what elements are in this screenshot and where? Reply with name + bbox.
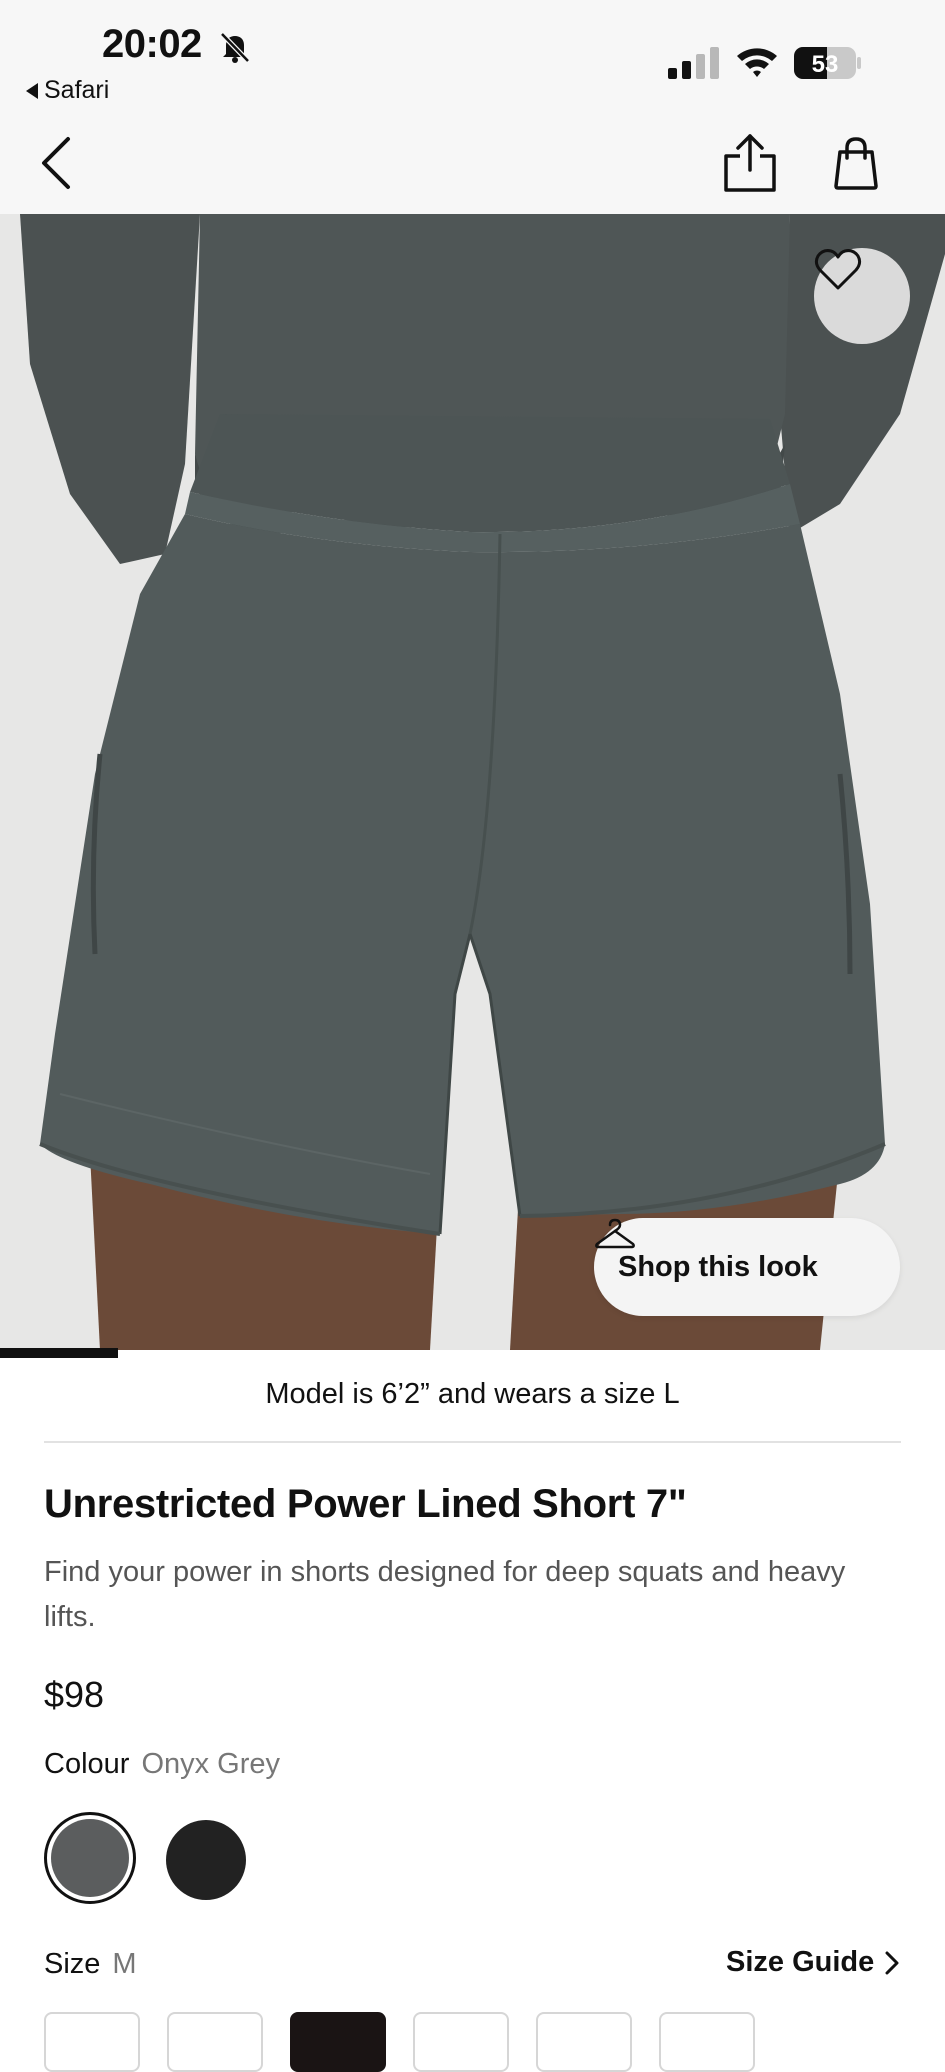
- size-option[interactable]: [44, 2012, 140, 2072]
- back-app-label: Safari: [44, 76, 110, 104]
- hanger-icon: [595, 1218, 635, 1249]
- product-photo: [0, 214, 945, 1350]
- signal-icon: [668, 47, 719, 79]
- back-chevron-icon[interactable]: [38, 135, 78, 191]
- battery-level: 53: [812, 51, 839, 78]
- shopping-bag-icon[interactable]: [832, 136, 880, 190]
- back-triangle-icon: [26, 82, 38, 99]
- product-price: $98: [44, 1674, 105, 1715]
- size-option[interactable]: [536, 2012, 632, 2072]
- image-carousel-progress: [0, 1348, 118, 1358]
- product-title: Unrestricted Power Lined Short 7": [44, 1482, 687, 1526]
- colour-value: Onyx Grey: [141, 1748, 281, 1780]
- swatch-fill: [51, 1819, 129, 1897]
- colour-label: Colour: [44, 1748, 130, 1780]
- back-to-safari[interactable]: Safari: [26, 76, 109, 105]
- heart-icon: [814, 249, 862, 290]
- size-option[interactable]: [659, 2012, 755, 2072]
- chevron-right-icon: [885, 1951, 899, 1974]
- battery-icon: 53: [794, 47, 861, 79]
- nav-bar: [0, 110, 945, 215]
- size-row: Size M: [44, 1948, 137, 1981]
- colour-swatch-black[interactable]: [166, 1820, 246, 1900]
- size-guide-label: Size Guide: [726, 1946, 875, 1978]
- status-time: 20:02: [102, 22, 202, 66]
- size-guide-link[interactable]: Size Guide: [726, 1946, 900, 1979]
- size-option-selected[interactable]: [290, 2012, 386, 2072]
- bell-slash-icon: [220, 32, 250, 63]
- size-option[interactable]: [413, 2012, 509, 2072]
- status-bar: 20:02 Safari 53: [0, 0, 945, 110]
- product-image[interactable]: Shop this look: [0, 214, 945, 1350]
- colour-swatch-onyx-grey[interactable]: [44, 1812, 136, 1904]
- wifi-icon: [737, 48, 777, 77]
- model-size-note: Model is 6’2” and wears a size L: [265, 1378, 680, 1410]
- divider: [44, 1441, 901, 1443]
- share-icon[interactable]: [722, 130, 778, 194]
- shop-this-look-label: Shop this look: [618, 1250, 818, 1283]
- shop-this-look-button[interactable]: Shop this look: [594, 1218, 900, 1316]
- size-option[interactable]: [167, 2012, 263, 2072]
- favorite-button[interactable]: [814, 248, 910, 344]
- size-value: M: [112, 1948, 137, 1980]
- colour-row: Colour Onyx Grey: [44, 1748, 280, 1781]
- size-label: Size: [44, 1948, 101, 1980]
- product-description: Find your power in shorts designed for d…: [44, 1556, 846, 1633]
